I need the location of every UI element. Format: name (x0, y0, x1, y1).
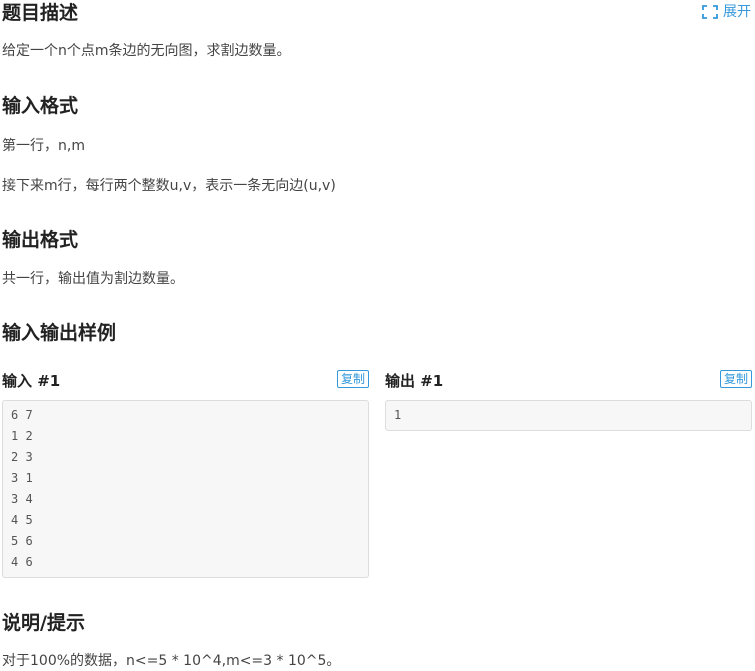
hint-heading: 说明/提示 (2, 612, 85, 634)
samples-heading: 输入输出样例 (2, 322, 117, 344)
description-text: 给定一个n个点m条边的无向图，求割边数量。 (2, 43, 291, 59)
output-format-heading: 输出格式 (2, 229, 79, 251)
sample-input-panel: 输入 #1 复制 6 7 1 2 2 3 3 1 3 4 4 5 5 6 4 6 (2, 368, 369, 578)
input-format-heading: 输入格式 (2, 95, 79, 117)
input-format-line-2: 接下来m行，每行两个整数u,v，表示一条无向边(u,v) (2, 178, 336, 194)
sample-input-code: 6 7 1 2 2 3 3 1 3 4 4 5 5 6 4 6 (2, 400, 369, 578)
input-format-line-1: 第一行，n,m (2, 138, 85, 154)
copy-output-button[interactable]: 复制 (719, 370, 752, 388)
output-format-text: 共一行，输出值为割边数量。 (2, 271, 184, 287)
sample-output-panel: 输出 #1 复制 1 (385, 368, 752, 431)
copy-input-button[interactable]: 复制 (336, 370, 369, 388)
hint-text: 对于100%的数据，n<=5 * 10^4,m<=3 * 10^5。 (2, 653, 341, 669)
sample-input-title: 输入 #1 (2, 372, 61, 390)
expand-label: 展开 (723, 4, 751, 20)
expand-button[interactable]: 展开 (702, 3, 751, 21)
description-heading: 题目描述 (2, 2, 79, 24)
sample-output-title: 输出 #1 (385, 372, 444, 390)
expand-icon (702, 5, 718, 19)
sample-output-code: 1 (385, 400, 752, 431)
